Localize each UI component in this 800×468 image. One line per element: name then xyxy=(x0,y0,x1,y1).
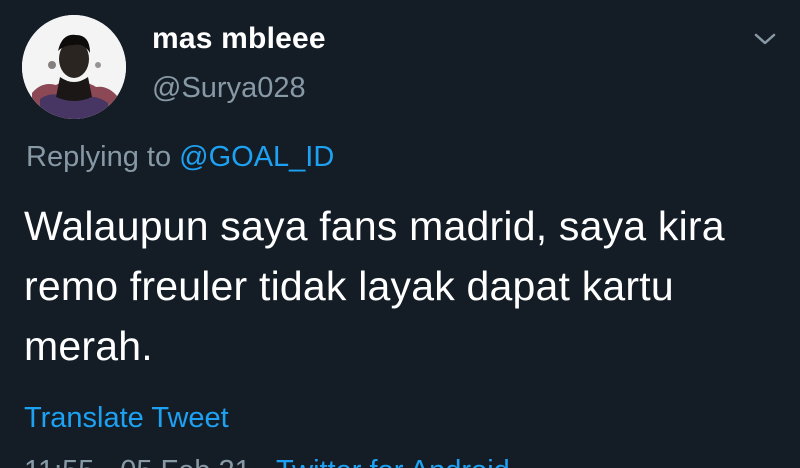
timestamp: 11:55 · 05 Feb 21 · xyxy=(24,455,276,468)
replying-to: Replying to @GOAL_ID xyxy=(26,141,334,174)
user-handle[interactable]: @Surya028 xyxy=(152,72,306,105)
translate-tweet-link[interactable]: Translate Tweet xyxy=(24,402,229,435)
profile-photo-icon xyxy=(22,15,126,119)
replying-prefix: Replying to xyxy=(26,141,180,173)
display-name[interactable]: mas mbleee xyxy=(152,22,326,56)
tweet-text: Walaupun saya fans madrid, saya kira rem… xyxy=(24,203,725,369)
reply-mention-link[interactable]: @GOAL_ID xyxy=(179,141,334,173)
chevron-down-icon[interactable] xyxy=(752,30,778,48)
avatar[interactable] xyxy=(22,15,126,119)
tweet-meta: 11:55 · 05 Feb 21 · Twitter for Android xyxy=(24,455,510,468)
source-link[interactable]: Twitter for Android xyxy=(276,455,510,468)
tweet-card: mas mbleee @Surya028 Replying to @GOAL_I… xyxy=(0,0,800,468)
